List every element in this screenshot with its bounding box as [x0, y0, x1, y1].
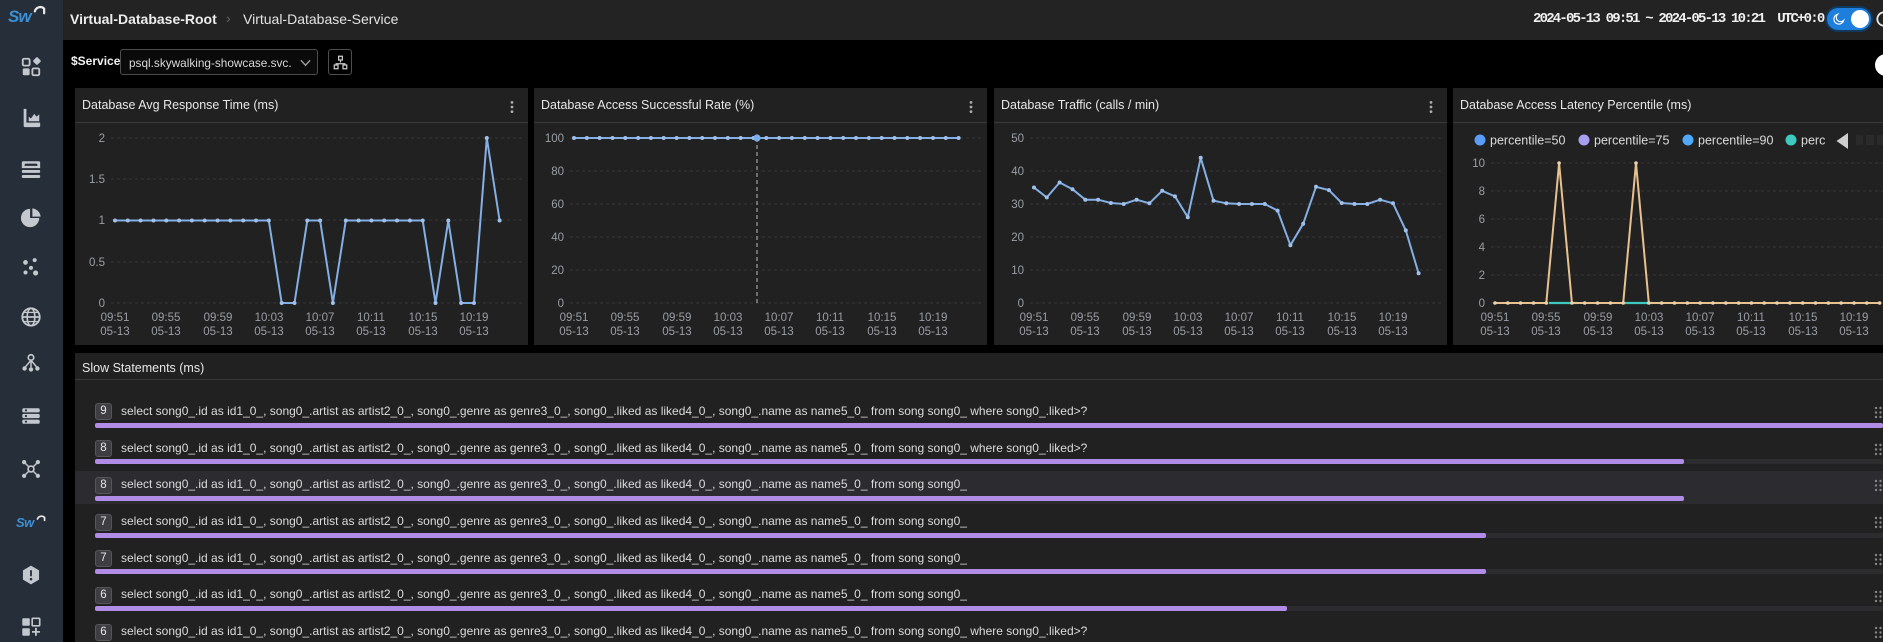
svg-text:10:11: 10:11	[816, 312, 844, 324]
svg-text:40: 40	[1011, 166, 1024, 178]
svg-text:20: 20	[1011, 232, 1024, 244]
svg-text:6: 6	[1479, 214, 1485, 226]
svg-text:50: 50	[1011, 133, 1024, 145]
svg-text:09:55: 09:55	[1071, 312, 1100, 324]
svg-text:0: 0	[99, 298, 105, 310]
svg-text:09:55: 09:55	[1532, 312, 1561, 324]
svg-text:09:51: 09:51	[1020, 312, 1049, 324]
svg-text:10:11: 10:11	[1737, 312, 1765, 324]
svg-text:10:03: 10:03	[1635, 312, 1664, 324]
svg-text:10:15: 10:15	[868, 312, 897, 324]
svg-text:05-13: 05-13	[1224, 326, 1253, 338]
svg-text:05-13: 05-13	[1634, 326, 1663, 338]
svg-text:80: 80	[551, 166, 564, 178]
svg-text:05-13: 05-13	[1275, 326, 1304, 338]
svg-text:10:11: 10:11	[1276, 312, 1304, 324]
svg-text:10:07: 10:07	[1225, 312, 1254, 324]
svg-text:09:59: 09:59	[204, 312, 233, 324]
svg-text:10:03: 10:03	[1174, 312, 1203, 324]
svg-text:40: 40	[551, 232, 564, 244]
svg-text:05-13: 05-13	[408, 326, 437, 338]
svg-text:05-13: 05-13	[764, 326, 793, 338]
svg-text:0: 0	[558, 298, 564, 310]
svg-text:05-13: 05-13	[1736, 326, 1765, 338]
svg-text:05-13: 05-13	[1327, 326, 1356, 338]
svg-text:05-13: 05-13	[1685, 326, 1714, 338]
svg-text:05-13: 05-13	[867, 326, 896, 338]
svg-text:05-13: 05-13	[1531, 326, 1560, 338]
svg-text:10: 10	[1472, 158, 1485, 170]
svg-text:0: 0	[1018, 298, 1024, 310]
svg-text:10:19: 10:19	[1840, 312, 1869, 324]
svg-text:09:51: 09:51	[1481, 312, 1510, 324]
svg-text:percentile=90: percentile=90	[1698, 134, 1773, 148]
svg-text:8: 8	[1479, 186, 1485, 198]
svg-text:05-13: 05-13	[610, 326, 639, 338]
svg-text:0: 0	[1479, 298, 1485, 310]
svg-text:percentile=50: percentile=50	[1490, 134, 1565, 148]
svg-text:05-13: 05-13	[1480, 326, 1509, 338]
svg-text:05-13: 05-13	[918, 326, 947, 338]
svg-text:10:03: 10:03	[714, 312, 743, 324]
svg-text:10:19: 10:19	[1379, 312, 1408, 324]
svg-text:10:15: 10:15	[1328, 312, 1357, 324]
svg-text:05-13: 05-13	[254, 326, 283, 338]
svg-text:05-13: 05-13	[713, 326, 742, 338]
svg-text:09:51: 09:51	[560, 312, 589, 324]
svg-text:09:55: 09:55	[611, 312, 640, 324]
svg-text:30: 30	[1011, 199, 1024, 211]
svg-text:05-13: 05-13	[1839, 326, 1868, 338]
svg-text:perc: perc	[1801, 134, 1825, 148]
svg-text:05-13: 05-13	[1788, 326, 1817, 338]
svg-text:05-13: 05-13	[1070, 326, 1099, 338]
svg-text:05-13: 05-13	[1173, 326, 1202, 338]
svg-text:10:19: 10:19	[460, 312, 489, 324]
svg-text:10:11: 10:11	[357, 312, 385, 324]
svg-text:09:59: 09:59	[663, 312, 692, 324]
svg-text:2: 2	[99, 133, 105, 145]
svg-text:4: 4	[1479, 242, 1486, 254]
svg-text:2: 2	[1479, 270, 1485, 282]
svg-text:09:51: 09:51	[101, 312, 130, 324]
svg-text:05-13: 05-13	[459, 326, 488, 338]
svg-text:10:07: 10:07	[765, 312, 794, 324]
svg-text:10:03: 10:03	[255, 312, 284, 324]
svg-text:10:15: 10:15	[409, 312, 438, 324]
svg-text:09:59: 09:59	[1584, 312, 1613, 324]
svg-text:05-13: 05-13	[151, 326, 180, 338]
svg-text:100: 100	[545, 133, 564, 145]
svg-text:percentile=75: percentile=75	[1594, 134, 1669, 148]
svg-text:05-13: 05-13	[559, 326, 588, 338]
svg-text:10:19: 10:19	[919, 312, 948, 324]
svg-text:0.5: 0.5	[89, 257, 105, 269]
svg-text:05-13: 05-13	[305, 326, 334, 338]
svg-text:05-13: 05-13	[815, 326, 844, 338]
svg-text:05-13: 05-13	[203, 326, 232, 338]
svg-text:10:15: 10:15	[1789, 312, 1818, 324]
svg-text:05-13: 05-13	[1583, 326, 1612, 338]
svg-text:05-13: 05-13	[1019, 326, 1048, 338]
svg-text:05-13: 05-13	[1122, 326, 1151, 338]
svg-text:05-13: 05-13	[1378, 326, 1407, 338]
svg-text:10:07: 10:07	[306, 312, 335, 324]
svg-text:20: 20	[551, 265, 564, 277]
svg-text:1: 1	[99, 215, 105, 227]
svg-text:1.5: 1.5	[89, 174, 105, 186]
svg-text:10:07: 10:07	[1686, 312, 1715, 324]
svg-text:10: 10	[1011, 265, 1024, 277]
svg-text:09:55: 09:55	[152, 312, 181, 324]
svg-text:09:59: 09:59	[1123, 312, 1152, 324]
svg-text:05-13: 05-13	[100, 326, 129, 338]
svg-text:05-13: 05-13	[662, 326, 691, 338]
svg-text:05-13: 05-13	[356, 326, 385, 338]
svg-text:60: 60	[551, 199, 564, 211]
